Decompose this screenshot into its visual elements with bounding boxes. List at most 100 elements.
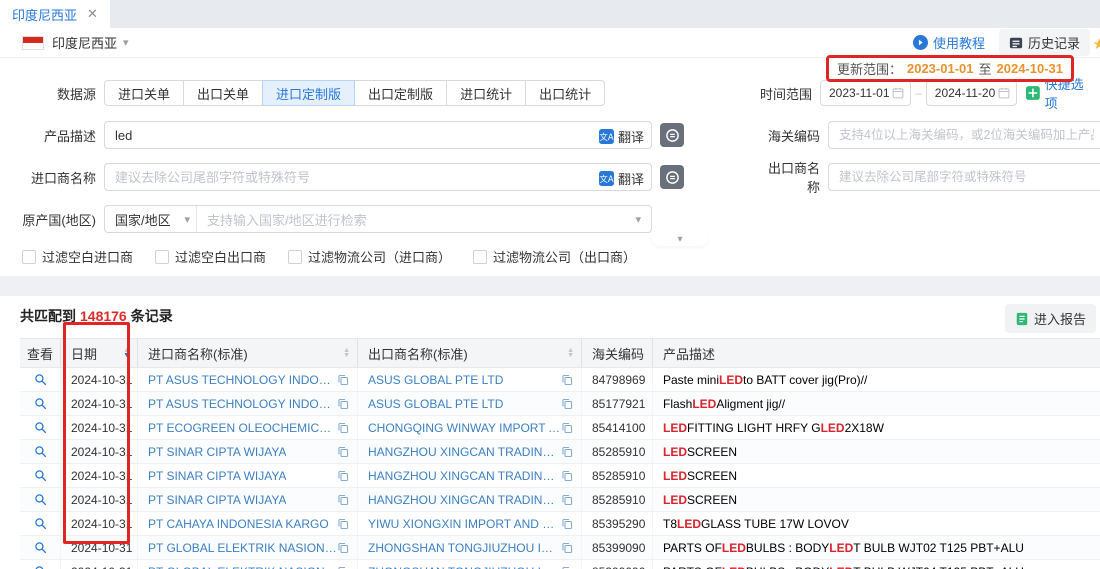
copy-button[interactable] [337,542,349,554]
copy-button[interactable] [337,422,349,434]
copy-button[interactable] [337,470,349,482]
translate-button[interactable]: 文A 翻译 [599,169,644,188]
magnifier-icon [34,541,47,554]
exporter-link[interactable]: ASUS GLOBAL PTE LTD [368,397,503,411]
copy-button[interactable] [561,518,573,530]
magnifier-icon [34,373,47,386]
importer-input[interactable] [104,163,652,191]
exporter-link[interactable]: ASUS GLOBAL PTE LTD [368,373,503,387]
close-icon[interactable]: ✕ [87,6,98,22]
sort-icon[interactable]: ▲▼ [343,348,350,358]
view-record-button[interactable] [34,493,47,506]
origin-control: 国家/地区 ▾ 支持输入国家/地区进行检索 ▾ [104,205,652,233]
data-source-tab-6[interactable]: 出口统计 [525,80,605,106]
view-record-button[interactable] [34,445,47,458]
data-source-tab-3[interactable]: 进口定制版 [262,80,355,106]
view-record-button[interactable] [34,565,47,569]
chevron-down-icon: ▾ [677,234,682,245]
product-desc-cell: LED SCREEN [653,440,1100,463]
filter-checkbox-1[interactable]: 过滤空白进口商 [22,247,133,266]
copy-button[interactable] [561,542,573,554]
copy-button[interactable] [561,566,573,569]
hs-code-input[interactable] [828,121,1100,149]
copy-button[interactable] [337,398,349,410]
view-record-button[interactable] [34,421,47,434]
column-header-3[interactable]: 进口商名称(标准)▲▼ [138,339,358,367]
importer-link[interactable]: PT GLOBAL ELEKTRIK NASIONAL [148,541,337,555]
favorite-star-icon[interactable]: ★ [1093,35,1100,53]
copy-button[interactable] [561,398,573,410]
importer-link[interactable]: PT GLOBAL ELEKTRIK NASIONAL [148,565,337,569]
exporter-link[interactable]: HANGZHOU XINGCAN TRADING CO LTD [368,493,561,507]
copy-button[interactable] [337,494,349,506]
view-record-button[interactable] [34,469,47,482]
checkbox-icon [155,250,169,264]
exporter-link[interactable]: CHONGQING WINWAY IMPORT AND E... [368,421,561,435]
copy-button[interactable] [337,566,349,569]
copy-button[interactable] [561,470,573,482]
filter-checkbox-2[interactable]: 过滤空白出口商 [155,247,266,266]
filter-checkbox-3[interactable]: 过滤物流公司（进口商） [288,247,451,266]
importer-link[interactable]: PT CAHAYA INDONESIA KARGO [148,517,329,531]
table-row: 2024-10-31PT ASUS TECHNOLOGY INDONESIA B… [20,368,1100,392]
importer-link[interactable]: PT SINAR CIPTA WIJAYA [148,469,286,483]
sort-icon[interactable]: ▲▼ [123,348,130,358]
importer-cell: PT ECOGREEN OLEOCHEMICALS [138,416,358,439]
importer-link[interactable]: PT SINAR CIPTA WIJAYA [148,493,286,507]
importer-link[interactable]: PT ASUS TECHNOLOGY INDONESIA BA... [148,397,337,411]
copy-icon [337,494,349,506]
calendar-icon [998,87,1010,99]
copy-button[interactable] [561,494,573,506]
exporter-link[interactable]: YIWU XIONGXIN IMPORT AND EXPORT... [368,517,561,531]
copy-button[interactable] [561,422,573,434]
hs-code-cell: 85285910 [582,440,653,463]
table-row: 2024-10-31PT GLOBAL ELEKTRIK NASIONALZHO… [20,536,1100,560]
chevron-down-icon[interactable]: ▾ [123,36,129,49]
origin-select[interactable]: 国家/地区 ▾ [105,206,197,232]
country-selector[interactable]: 印度尼西亚 [52,33,117,52]
column-header-4[interactable]: 出口商名称(标准)▲▼ [358,339,582,367]
data-source-tab-5[interactable]: 进口统计 [446,80,526,106]
view-cell [20,536,61,559]
exporter-link[interactable]: ZHONGSHAN TONGJIUZHOU INTERNA... [368,541,561,555]
copy-button[interactable] [561,446,573,458]
update-range-joiner: 至 [978,59,991,78]
importer-link[interactable]: PT ASUS TECHNOLOGY INDONESIA BA... [148,373,337,387]
data-source-tab-4[interactable]: 出口定制版 [354,80,447,106]
column-header-2[interactable]: 日期▲▼ [61,339,138,367]
data-source-tab-1[interactable]: 进口关单 [104,80,184,106]
copy-button[interactable] [337,374,349,386]
view-record-button[interactable] [34,517,47,530]
exporter-link[interactable]: HANGZHOU XINGCAN TRADING CO LTD [368,445,561,459]
copy-button[interactable] [337,446,349,458]
browser-tab-indonesia[interactable]: 印度尼西亚 ✕ [0,0,110,28]
copy-button[interactable] [337,518,349,530]
origin-search-input[interactable]: 支持输入国家/地区进行检索 ▾ [197,210,651,229]
history-button[interactable]: 历史记录 [999,29,1090,56]
exporter-link[interactable]: ZHONGSHAN TONGJIUZHOU INTERNA... [368,565,561,569]
exact-match-toggle[interactable] [660,123,684,147]
exporter-link[interactable]: HANGZHOU XINGCAN TRADING CO LTD [368,469,561,483]
result-count: 148176 [80,308,127,324]
importer-link[interactable]: PT SINAR CIPTA WIJAYA [148,445,286,459]
product-desc-input[interactable] [104,121,652,149]
data-source-tab-2[interactable]: 出口关单 [183,80,263,106]
view-record-button[interactable] [34,541,47,554]
importer-link[interactable]: PT ECOGREEN OLEOCHEMICALS [148,421,337,435]
product-desc-cell: PARTS OF LED BULBS : BODY LED T BULB WJT… [653,536,1100,559]
time-from-input[interactable]: 2023-11-01 [820,80,911,106]
time-to-input[interactable]: 2024-11-20 [926,80,1017,106]
translate-button[interactable]: 文A 翻译 [599,127,644,146]
enter-report-button[interactable]: 进入报告 [1005,304,1096,333]
date-separator: – [915,86,922,100]
magnifier-icon [34,493,47,506]
exact-match-toggle[interactable] [660,165,684,189]
sort-icon[interactable]: ▲▼ [567,348,574,358]
collapse-form-handle[interactable]: ▾ [652,233,708,246]
view-record-button[interactable] [34,373,47,386]
copy-button[interactable] [561,374,573,386]
filter-checkbox-4[interactable]: 过滤物流公司（出口商） [473,247,636,266]
exporter-input[interactable] [828,163,1100,191]
tutorial-button[interactable]: 使用教程 [913,33,985,52]
view-record-button[interactable] [34,397,47,410]
